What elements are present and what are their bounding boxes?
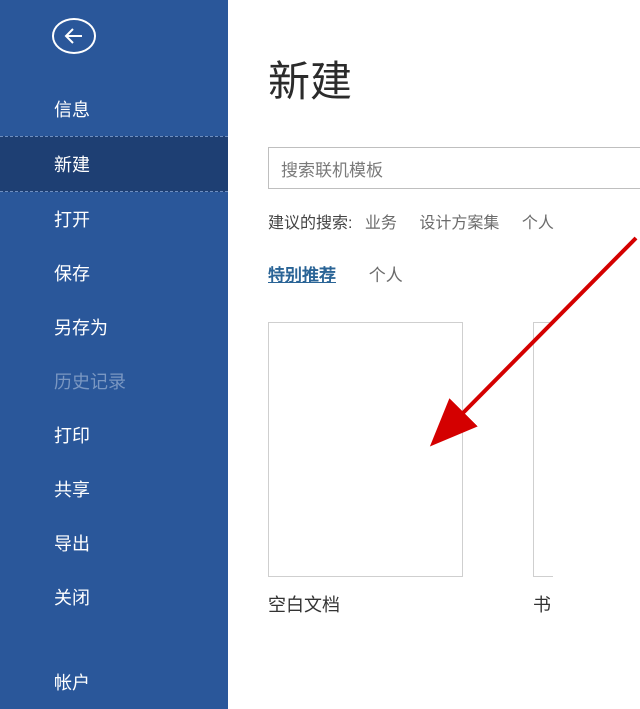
template-label-partial: 书 bbox=[533, 591, 551, 617]
main-panel: 新建 搜索联机模板 建议的搜索: 业务 设计方案集 个人 特别推荐 个人 空白文… bbox=[228, 0, 640, 709]
sidebar-item-share[interactable]: 共享 bbox=[0, 462, 228, 516]
sidebar-item-info[interactable]: 信息 bbox=[0, 82, 228, 136]
search-placeholder-text: 搜索联机模板 bbox=[281, 156, 383, 181]
sidebar-item-new[interactable]: 新建 bbox=[0, 136, 228, 192]
template-thumb-partial[interactable] bbox=[533, 322, 553, 577]
sidebar-item-export[interactable]: 导出 bbox=[0, 516, 228, 570]
template-item-partial: 书 bbox=[533, 322, 553, 617]
template-thumb-blank[interactable] bbox=[268, 322, 463, 577]
page-title: 新建 bbox=[268, 48, 640, 109]
suggested-searches: 建议的搜索: 业务 设计方案集 个人 bbox=[268, 209, 640, 233]
tab-featured[interactable]: 特别推荐 bbox=[268, 266, 336, 285]
sidebar-item-account[interactable]: 帐户 bbox=[0, 655, 228, 709]
suggested-label: 建议的搜索: bbox=[268, 215, 352, 232]
template-tabs: 特别推荐 个人 bbox=[268, 261, 640, 286]
backstage-sidebar: 信息 新建 打开 保存 另存为 历史记录 打印 共享 导出 关闭 帐户 bbox=[0, 0, 228, 709]
sidebar-item-close[interactable]: 关闭 bbox=[0, 570, 228, 624]
sidebar-item-open[interactable]: 打开 bbox=[0, 192, 228, 246]
sidebar-item-saveas[interactable]: 另存为 bbox=[0, 300, 228, 354]
template-grid: 空白文档 书 bbox=[268, 322, 640, 617]
back-button[interactable] bbox=[52, 18, 96, 54]
suggested-link-design[interactable]: 设计方案集 bbox=[419, 215, 499, 232]
template-item-blank: 空白文档 bbox=[268, 322, 463, 617]
back-arrow-icon bbox=[62, 24, 86, 48]
tab-personal[interactable]: 个人 bbox=[369, 266, 403, 285]
sidebar-item-history: 历史记录 bbox=[0, 354, 228, 408]
template-label-blank: 空白文档 bbox=[268, 591, 340, 617]
sidebar-item-print[interactable]: 打印 bbox=[0, 408, 228, 462]
suggested-link-business[interactable]: 业务 bbox=[365, 215, 397, 232]
suggested-link-personal[interactable]: 个人 bbox=[522, 215, 554, 232]
search-input[interactable]: 搜索联机模板 bbox=[268, 147, 640, 189]
sidebar-item-save[interactable]: 保存 bbox=[0, 246, 228, 300]
